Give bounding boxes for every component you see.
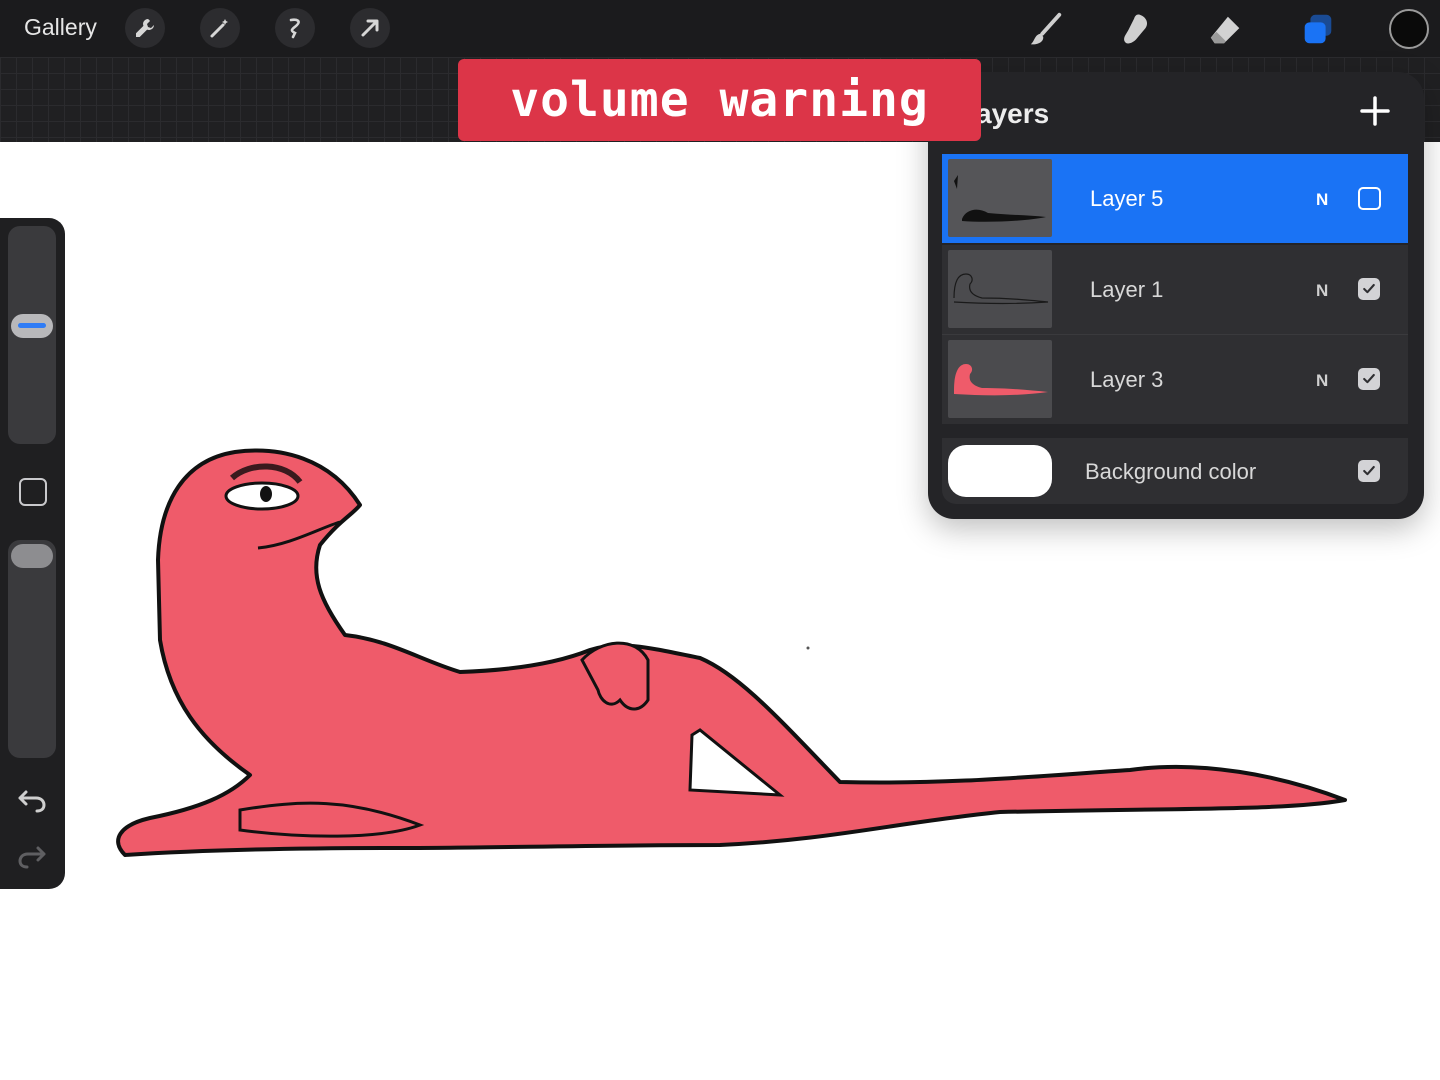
top-toolbar: Gallery [0,0,1440,57]
layers-button[interactable] [1296,8,1340,52]
brush-button[interactable] [1024,8,1068,52]
background-visibility-checkbox[interactable] [1358,460,1380,482]
volume-warning-banner: volume warning [458,59,981,141]
modify-button[interactable] [19,478,47,506]
color-picker-button[interactable] [1389,9,1429,49]
gallery-button[interactable]: Gallery [24,14,97,41]
layer-name: Layer 1 [1090,277,1164,302]
layer-row[interactable]: Layer 3 N [942,335,1408,424]
brush-size-thumb[interactable] [11,313,53,338]
checkmark-icon [1363,465,1375,476]
layers-panel-title: ayers [976,98,1050,129]
wrench-icon [136,19,154,37]
layer-5-thumbnail-art [954,175,1046,222]
canvas-dot [806,646,810,650]
layer-thumbnail [948,250,1052,328]
layers-icon [1304,14,1332,44]
layers-panel: ayers Layer 5 N Layer 1 N Layer 3 N Back… [928,72,1424,519]
add-layer-button[interactable] [1358,94,1392,128]
transform-arrow-icon [361,19,379,37]
blend-mode-button[interactable]: N [1316,281,1328,301]
adjustments-button[interactable] [200,8,240,48]
brush-icon [1030,12,1062,45]
eraser-button[interactable] [1204,8,1248,52]
background-color-row[interactable]: Background color [942,438,1408,504]
layer-visibility-checkbox[interactable] [1358,368,1380,390]
eraser-icon [1210,16,1240,44]
layer-name: Layer 3 [1090,367,1164,392]
layer-visibility-checkbox[interactable] [1358,278,1380,300]
plus-icon [1360,96,1390,126]
transform-button[interactable] [350,8,390,48]
creature-pupil [260,486,272,502]
selection-icon [289,18,300,39]
background-color-label: Background color [1085,459,1257,484]
layer-thumbnail [948,159,1052,237]
layer-3-thumbnail-art [954,364,1048,396]
layer-visibility-checkbox[interactable] [1358,187,1381,210]
layer-thumbnail [948,340,1052,418]
magic-wand-icon [210,19,228,38]
checkmark-icon [1363,283,1375,294]
blend-mode-button[interactable]: N [1316,371,1328,391]
blend-mode-button[interactable]: N [1316,190,1328,210]
layer-row[interactable]: Layer 5 N [942,154,1408,243]
selection-button[interactable] [275,8,315,48]
layer-1-thumbnail-art [953,273,1049,305]
opacity-slider[interactable] [8,540,56,758]
actions-button[interactable] [125,8,165,48]
opacity-thumb[interactable] [11,544,53,568]
background-color-swatch[interactable] [948,445,1052,497]
undo-icon[interactable] [16,784,48,816]
smudge-icon [1124,14,1148,44]
layer-row[interactable]: Layer 1 N [942,245,1408,335]
redo-icon[interactable] [16,840,48,872]
layer-name: Layer 5 [1090,186,1164,211]
checkmark-icon [1363,373,1375,384]
left-sidebar [0,218,65,889]
smudge-button[interactable] [1114,8,1158,52]
